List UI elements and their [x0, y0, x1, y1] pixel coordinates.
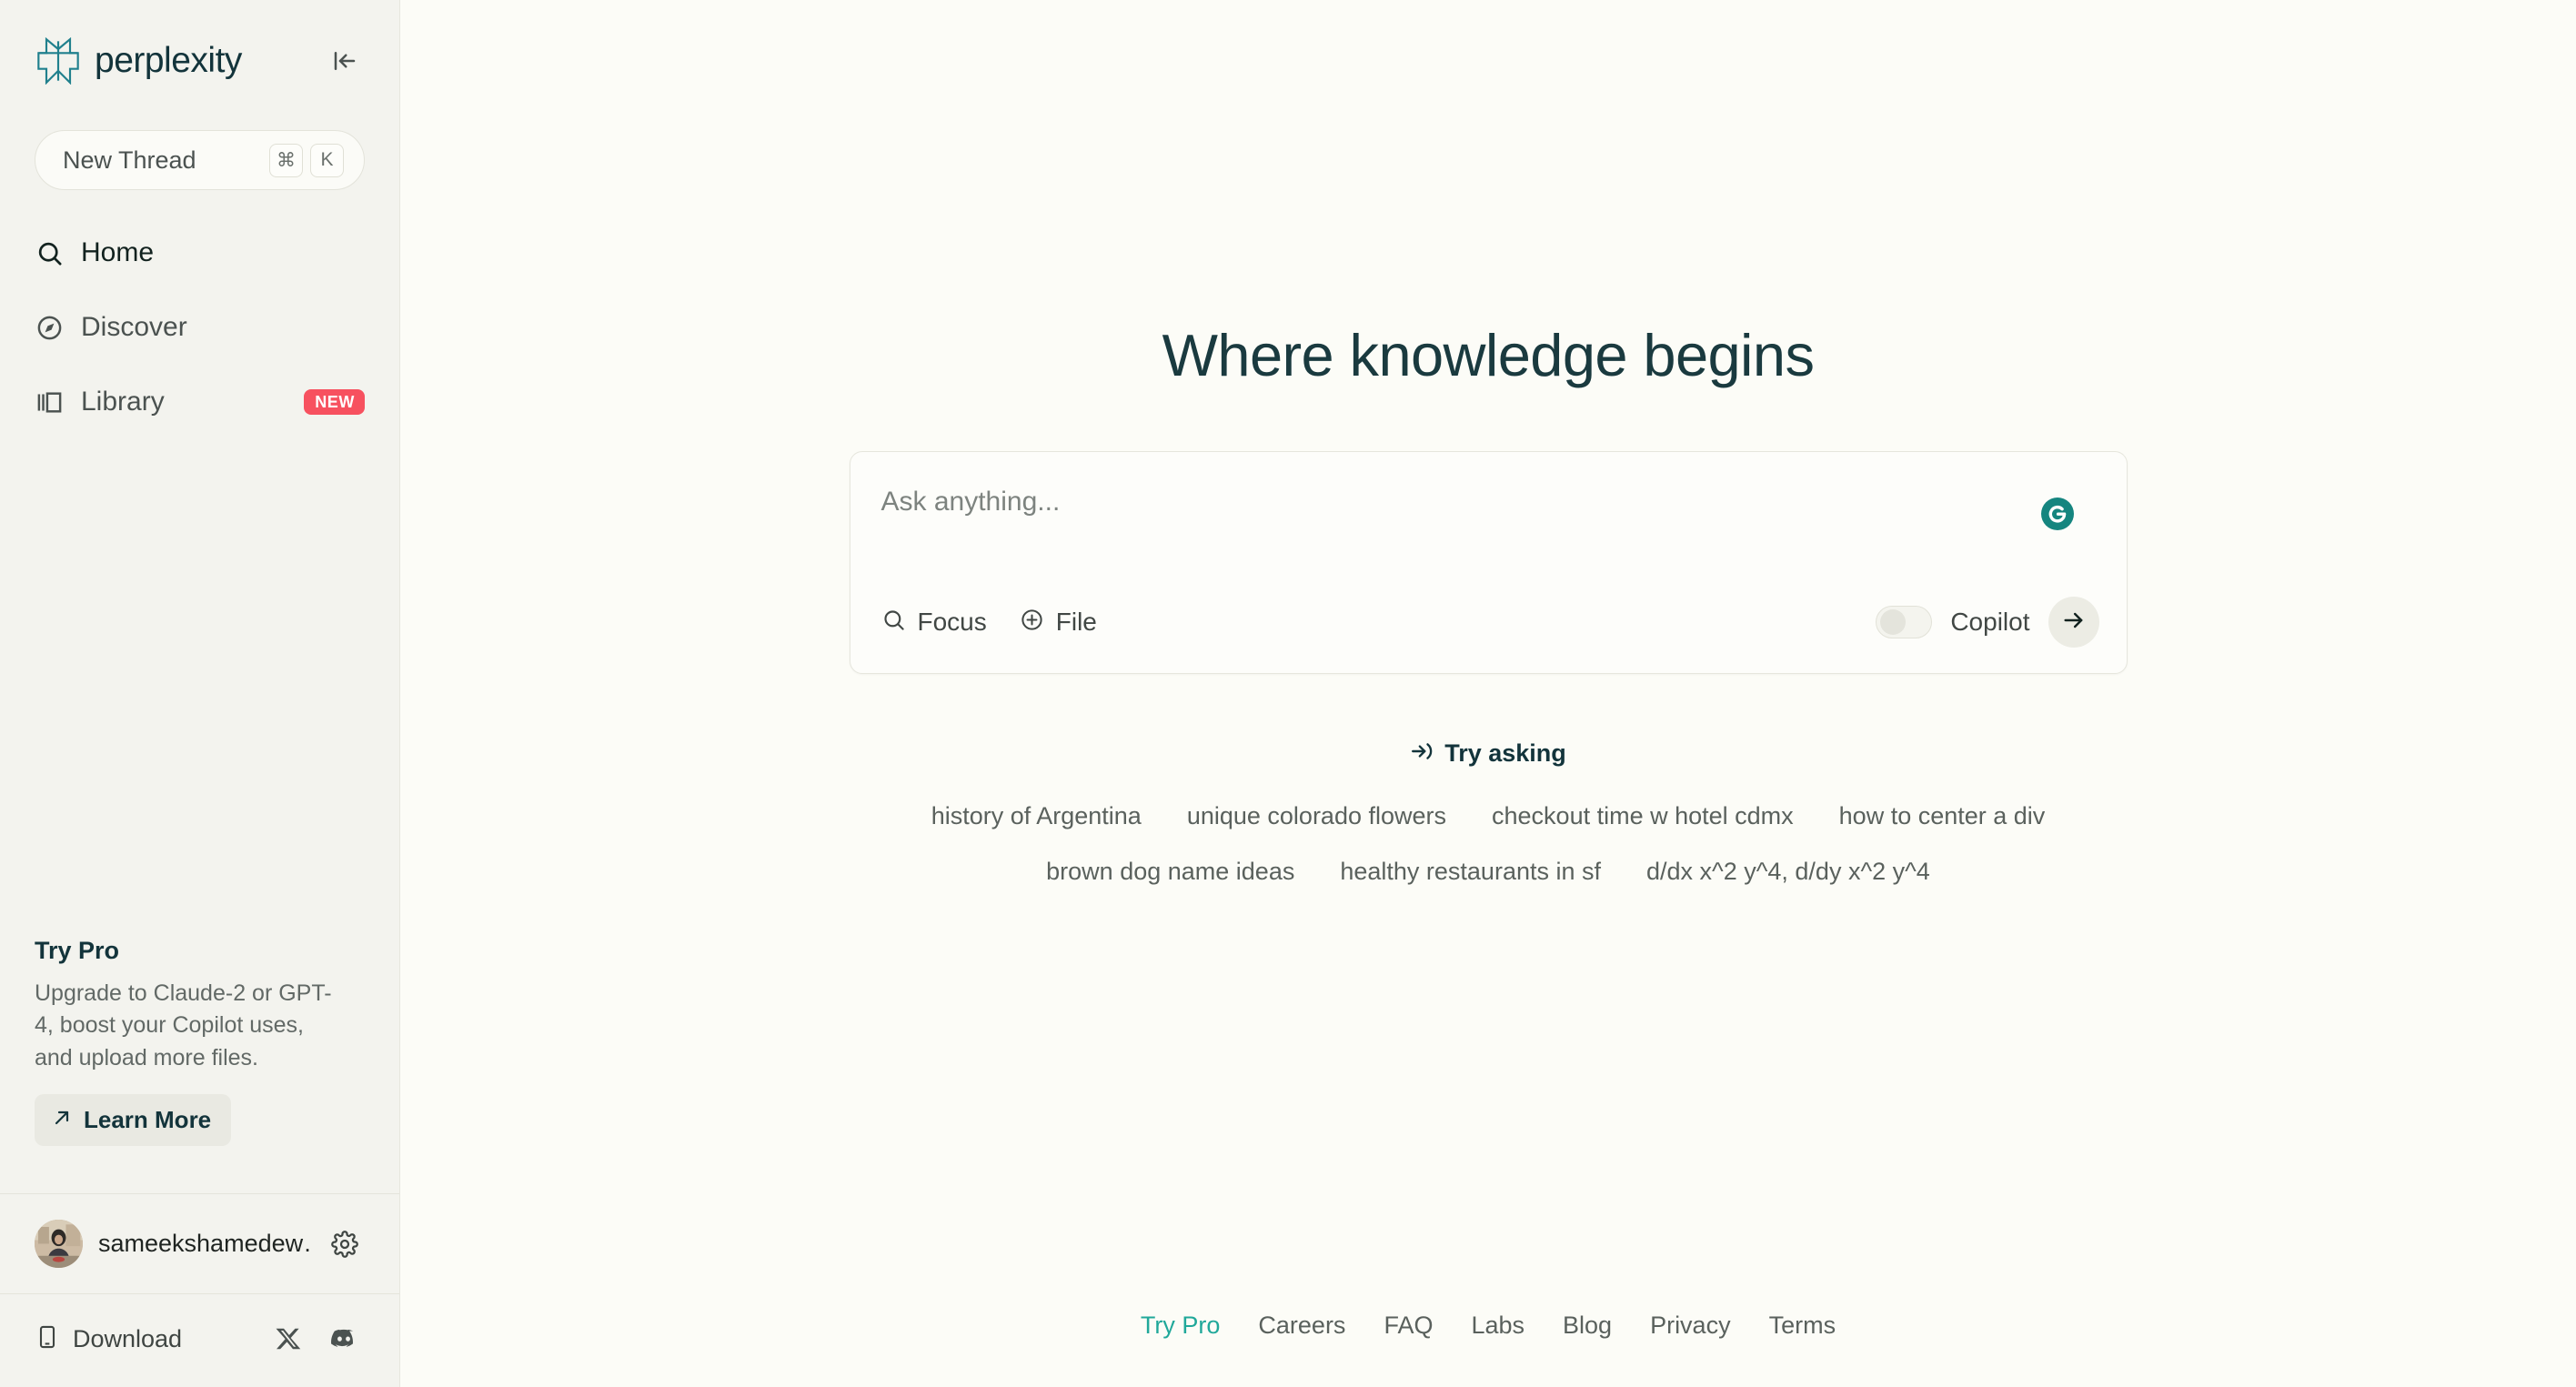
suggestion-item[interactable]: d/dx x^2 y^4, d/dy x^2 y^4 — [1641, 854, 1936, 889]
search-toolbar-right: Copilot — [1876, 597, 2099, 648]
new-thread-shortcut: ⌘ K — [269, 143, 344, 177]
footer-link-labs[interactable]: Labs — [1471, 1312, 1524, 1340]
footer-link-try-pro[interactable]: Try Pro — [1141, 1312, 1221, 1340]
suggestion-row: brown dog name ideas healthy restaurants… — [1041, 854, 1936, 889]
gear-icon[interactable] — [325, 1224, 365, 1264]
collapse-sidebar-icon[interactable] — [325, 41, 365, 81]
sidebar-item-home[interactable]: Home — [35, 230, 365, 276]
discord-icon[interactable] — [323, 1318, 365, 1360]
account-name: sameekshamedew… — [98, 1230, 309, 1257]
file-button[interactable]: File — [1020, 608, 1097, 637]
try-asking-header: Try asking — [1410, 739, 1566, 768]
suggestion-row: history of Argentina unique colorado flo… — [926, 799, 2051, 834]
status-badge: NEW — [304, 389, 365, 415]
library-icon — [35, 387, 65, 417]
perplexity-logo-icon — [35, 37, 82, 85]
footer-link-careers[interactable]: Careers — [1258, 1312, 1345, 1340]
download-label: Download — [73, 1324, 183, 1352]
footer-link-privacy[interactable]: Privacy — [1650, 1312, 1731, 1340]
search-icon — [881, 608, 906, 637]
sidebar-header: perplexity New Thread ⌘ K — [0, 0, 399, 190]
brand-name: perplexity — [95, 41, 242, 80]
x-icon[interactable] — [268, 1318, 310, 1360]
footer-link-terms[interactable]: Terms — [1769, 1312, 1836, 1340]
suggestion-item[interactable]: how to center a div — [1834, 799, 2051, 834]
footer-link-blog[interactable]: Blog — [1563, 1312, 1612, 1340]
sidebar-item-label: Library — [81, 387, 165, 417]
suggestion-item[interactable]: brown dog name ideas — [1041, 854, 1300, 889]
account-row[interactable]: sameekshamedew… — [0, 1193, 399, 1293]
key-k: K — [310, 143, 344, 177]
sidebar-nav: Home Discover Library NEW — [0, 230, 399, 425]
arrow-up-right-icon — [51, 1107, 73, 1133]
suggestion-item[interactable]: healthy restaurants in sf — [1334, 854, 1606, 889]
submit-button[interactable] — [2048, 597, 2099, 648]
brand[interactable]: perplexity — [35, 37, 242, 85]
grammarly-icon[interactable] — [2033, 490, 2081, 538]
new-thread-button[interactable]: New Thread ⌘ K — [35, 130, 365, 190]
suggestion-item[interactable]: history of Argentina — [926, 799, 1147, 834]
promo-description: Upgrade to Claude-2 or GPT-4, boost your… — [35, 980, 332, 1070]
new-thread-label: New Thread — [63, 146, 196, 174]
learn-more-label: Learn More — [84, 1106, 212, 1133]
suggestion-item[interactable]: checkout time w hotel cdmx — [1486, 799, 1799, 834]
main-content: Where knowledge begins Ask anything... F… — [400, 0, 2576, 1387]
search-toolbar: Focus File Copilot — [881, 597, 2099, 648]
brand-row: perplexity — [35, 33, 365, 89]
focus-label: Focus — [917, 608, 987, 636]
sidebar-item-label: Discover — [81, 312, 187, 342]
plus-circle-icon — [1020, 608, 1044, 637]
search-icon — [35, 238, 65, 268]
suggestion-list: history of Argentina unique colorado flo… — [897, 799, 2079, 889]
copilot-toggle[interactable] — [1876, 606, 1933, 638]
try-asking-label: Try asking — [1444, 739, 1566, 767]
promo-title: Try Pro — [35, 936, 120, 964]
sidebar-footer: Download — [0, 1293, 399, 1387]
learn-more-button[interactable]: Learn More — [35, 1094, 232, 1146]
sidebar-item-library[interactable]: Library NEW — [35, 379, 365, 425]
download-link[interactable]: Download — [35, 1324, 256, 1354]
focus-button[interactable]: Focus — [881, 608, 987, 637]
copilot-toggle-knob — [1880, 609, 1907, 635]
search-box[interactable]: Ask anything... Focus File Copilot — [849, 451, 2128, 674]
mobile-device-icon — [35, 1324, 60, 1354]
arrow-right-icon — [2061, 608, 2087, 638]
footer-link-faq[interactable]: FAQ — [1384, 1312, 1433, 1340]
compass-icon — [35, 313, 65, 343]
page-footer: Try Pro Careers FAQ Labs Blog Privacy Te… — [400, 1312, 2576, 1340]
key-command: ⌘ — [269, 143, 303, 177]
avatar — [35, 1220, 83, 1268]
file-label: File — [1055, 608, 1097, 636]
page-title: Where knowledge begins — [1162, 322, 1815, 388]
search-input[interactable]: Ask anything... — [881, 488, 2096, 516]
app-root: perplexity New Thread ⌘ K Home Discover … — [0, 0, 2576, 1387]
copilot-label: Copilot — [1950, 608, 2030, 636]
sidebar: perplexity New Thread ⌘ K Home Discover … — [0, 0, 400, 1387]
arrow-into-icon — [1410, 739, 1434, 768]
try-pro-promo: Try Pro Upgrade to Claude-2 or GPT-4, bo… — [0, 936, 399, 1146]
sidebar-item-label: Home — [81, 237, 155, 267]
sidebar-item-discover[interactable]: Discover — [35, 305, 365, 350]
suggestion-item[interactable]: unique colorado flowers — [1182, 799, 1452, 834]
